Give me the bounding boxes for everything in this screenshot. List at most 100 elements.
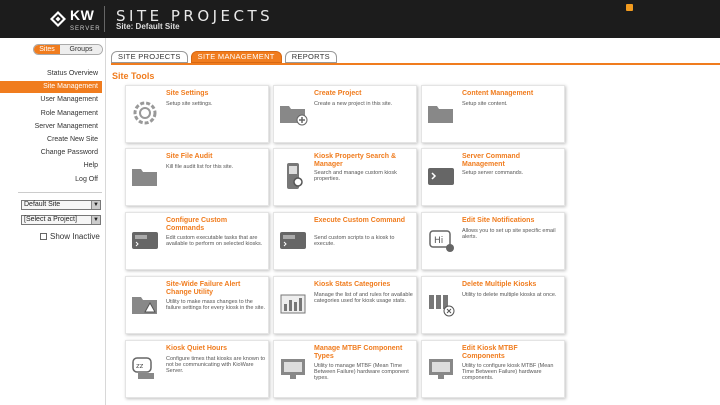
tile-description: Setup site content. bbox=[462, 101, 508, 107]
custom-command-icon bbox=[130, 225, 160, 255]
show-inactive-checkbox[interactable]: Show Inactive bbox=[40, 232, 100, 241]
svg-text:zz: zz bbox=[136, 362, 144, 370]
kiosk-search-icon bbox=[278, 161, 308, 191]
sidebar-item-change-password[interactable]: Change Password bbox=[0, 147, 102, 159]
sites-groups-toggle[interactable]: Sites Groups bbox=[33, 44, 103, 55]
delete-kiosk-icon bbox=[426, 289, 456, 319]
tile-server-command-management[interactable]: Server Command Management Setup server c… bbox=[421, 148, 565, 206]
tile-manage-mtbf-component-types[interactable]: Manage MTBF Component Types Utility to m… bbox=[273, 340, 417, 398]
tab-reports[interactable]: REPORTS bbox=[284, 51, 337, 63]
logo-mark-icon bbox=[50, 11, 66, 27]
sidebar-item-help[interactable]: Help bbox=[0, 160, 102, 172]
tile-site-settings[interactable]: Site Settings Setup site settings. bbox=[125, 85, 269, 143]
sidebar-divider bbox=[18, 192, 102, 193]
toggle-sites[interactable]: Sites bbox=[34, 45, 60, 54]
checkbox-box[interactable] bbox=[40, 233, 47, 240]
site-select[interactable]: Default Site ▼ bbox=[21, 200, 101, 210]
tile-title: Site File Audit bbox=[166, 153, 213, 160]
tab-site-projects[interactable]: SITE PROJECTS bbox=[111, 51, 188, 63]
tile-site-file-audit[interactable]: Site File Audit Kill file audit list for… bbox=[125, 148, 269, 206]
logo-text: KW bbox=[70, 6, 95, 23]
app-header: KW SERVER SITE PROJECTS Site: Default Si… bbox=[0, 0, 720, 38]
tile-description: Utility to manage MTBF (Mean Time Betwee… bbox=[314, 363, 409, 381]
tab-site-management[interactable]: SITE MANAGEMENT bbox=[190, 51, 282, 63]
show-inactive-label: Show Inactive bbox=[50, 232, 100, 241]
chevron-down-icon: ▼ bbox=[91, 216, 100, 224]
folder-icon bbox=[426, 98, 456, 128]
sidebar-item-role-management[interactable]: Role Management bbox=[0, 108, 102, 120]
sidebar-item-server-management[interactable]: Server Management bbox=[0, 121, 102, 133]
tile-title: Content Management bbox=[462, 90, 534, 97]
stats-icon bbox=[278, 289, 308, 319]
main-tabs: SITE PROJECTS SITE MANAGEMENT REPORTS bbox=[111, 51, 340, 63]
tile-title: Delete Multiple Kiosks bbox=[462, 281, 537, 288]
tile-edit-kiosk-mtbf-components[interactable]: Edit Kiosk MTBF Components Utility to co… bbox=[421, 340, 565, 398]
tile-title: Edit Kiosk MTBF Components bbox=[462, 345, 518, 360]
rss-icon[interactable] bbox=[626, 4, 633, 11]
tile-execute-custom-command[interactable]: Execute Custom Command Send custom scrip… bbox=[273, 212, 417, 270]
site-subtitle: Site: Default Site bbox=[116, 22, 180, 31]
folder-add-icon bbox=[278, 98, 308, 128]
tile-configure-custom-commands[interactable]: Configure Custom Commands Edit custom ex… bbox=[125, 212, 269, 270]
sidebar-item-status-overview[interactable]: Status Overview bbox=[0, 68, 102, 80]
tile-kiosk-property-search[interactable]: Kiosk Property Search & Manager Search a… bbox=[273, 148, 417, 206]
tabs-underline bbox=[111, 63, 720, 65]
tile-description: Utility to delete multiple kiosks at onc… bbox=[462, 292, 557, 298]
project-select-value: [Select a Project] bbox=[24, 216, 77, 223]
tile-site-wide-failure-alert[interactable]: Site-Wide Failure Alert Change Utility U… bbox=[125, 276, 269, 334]
tile-delete-multiple-kiosks[interactable]: Delete Multiple Kiosks Utility to delete… bbox=[421, 276, 565, 334]
tile-description: Create a new project in this site. bbox=[314, 101, 393, 107]
tile-title: Site Settings bbox=[166, 90, 209, 97]
sidebar-nav: Status Overview Site Management User Man… bbox=[0, 68, 102, 187]
tile-description: Utility to configure kiosk MTBF (Mean Ti… bbox=[462, 363, 554, 381]
sidebar: Sites Groups Status Overview Site Manage… bbox=[0, 38, 106, 405]
logo-subtext: SERVER bbox=[70, 25, 101, 32]
monitor-icon bbox=[278, 353, 308, 383]
tile-title: Create Project bbox=[314, 90, 362, 97]
sidebar-item-site-management[interactable]: Site Management bbox=[0, 81, 102, 94]
tile-description: Setup site settings. bbox=[166, 101, 213, 107]
tile-description: Configure times that kiosks are known to… bbox=[166, 356, 266, 374]
folder-icon bbox=[130, 161, 160, 191]
tile-title: Kiosk Quiet Hours bbox=[166, 345, 228, 352]
header-divider bbox=[104, 6, 105, 32]
tile-description: Allows you to set up site specific email… bbox=[462, 228, 556, 240]
alert-folder-icon bbox=[130, 289, 160, 319]
notification-icon: Hi bbox=[426, 225, 456, 255]
custom-command-icon bbox=[278, 225, 308, 255]
monitor-icon bbox=[426, 353, 456, 383]
site-select-value: Default Site bbox=[24, 201, 61, 208]
toggle-groups[interactable]: Groups bbox=[60, 45, 102, 54]
tile-description: Search and manage custom kiosk propertie… bbox=[314, 170, 397, 182]
tile-description: Manage the list of and rules for availab… bbox=[314, 292, 413, 304]
tile-title: Edit Site Notifications bbox=[462, 217, 535, 224]
tile-title: Site-Wide Failure Alert Change Utility bbox=[166, 281, 241, 296]
tile-kiosk-stats-categories[interactable]: Kiosk Stats Categories Manage the list o… bbox=[273, 276, 417, 334]
project-select[interactable]: [Select a Project] ▼ bbox=[21, 215, 101, 225]
section-title: Site Tools bbox=[112, 71, 155, 81]
tile-description: Kill file audit list for this site. bbox=[166, 164, 234, 170]
tile-kiosk-quiet-hours[interactable]: zz Kiosk Quiet Hours Configure times tha… bbox=[125, 340, 269, 398]
tile-title: Manage MTBF Component Types bbox=[314, 345, 403, 360]
sidebar-item-log-off[interactable]: Log Off bbox=[0, 174, 102, 186]
sidebar-item-user-management[interactable]: User Management bbox=[0, 94, 102, 106]
tile-description: Edit custom executable tasks that are av… bbox=[166, 235, 263, 247]
tile-create-project[interactable]: Create Project Create a new project in t… bbox=[273, 85, 417, 143]
kioware-logo[interactable]: KW SERVER bbox=[50, 6, 101, 32]
tile-edit-site-notifications[interactable]: Hi Edit Site Notifications Allows you to… bbox=[421, 212, 565, 270]
tile-title: Server Command Management bbox=[462, 153, 520, 168]
svg-text:Hi: Hi bbox=[434, 236, 443, 246]
tile-title: Configure Custom Commands bbox=[166, 217, 228, 232]
chevron-down-icon: ▼ bbox=[91, 201, 100, 209]
tile-description: Send custom scripts to a kiosk to execut… bbox=[314, 235, 395, 247]
tile-title: Execute Custom Command bbox=[314, 217, 406, 224]
tile-description: Utility to make mass changes to the fail… bbox=[166, 299, 266, 311]
gear-icon bbox=[130, 98, 160, 128]
sidebar-item-create-new-site[interactable]: Create New Site bbox=[0, 134, 102, 146]
tile-description: Setup server commands. bbox=[462, 170, 524, 176]
terminal-icon bbox=[426, 161, 456, 191]
tile-content-management[interactable]: Content Management Setup site content. bbox=[421, 85, 565, 143]
tile-title: Kiosk Stats Categories bbox=[314, 281, 391, 288]
tile-title: Kiosk Property Search & Manager bbox=[314, 153, 397, 168]
sleep-icon: zz bbox=[130, 353, 160, 383]
